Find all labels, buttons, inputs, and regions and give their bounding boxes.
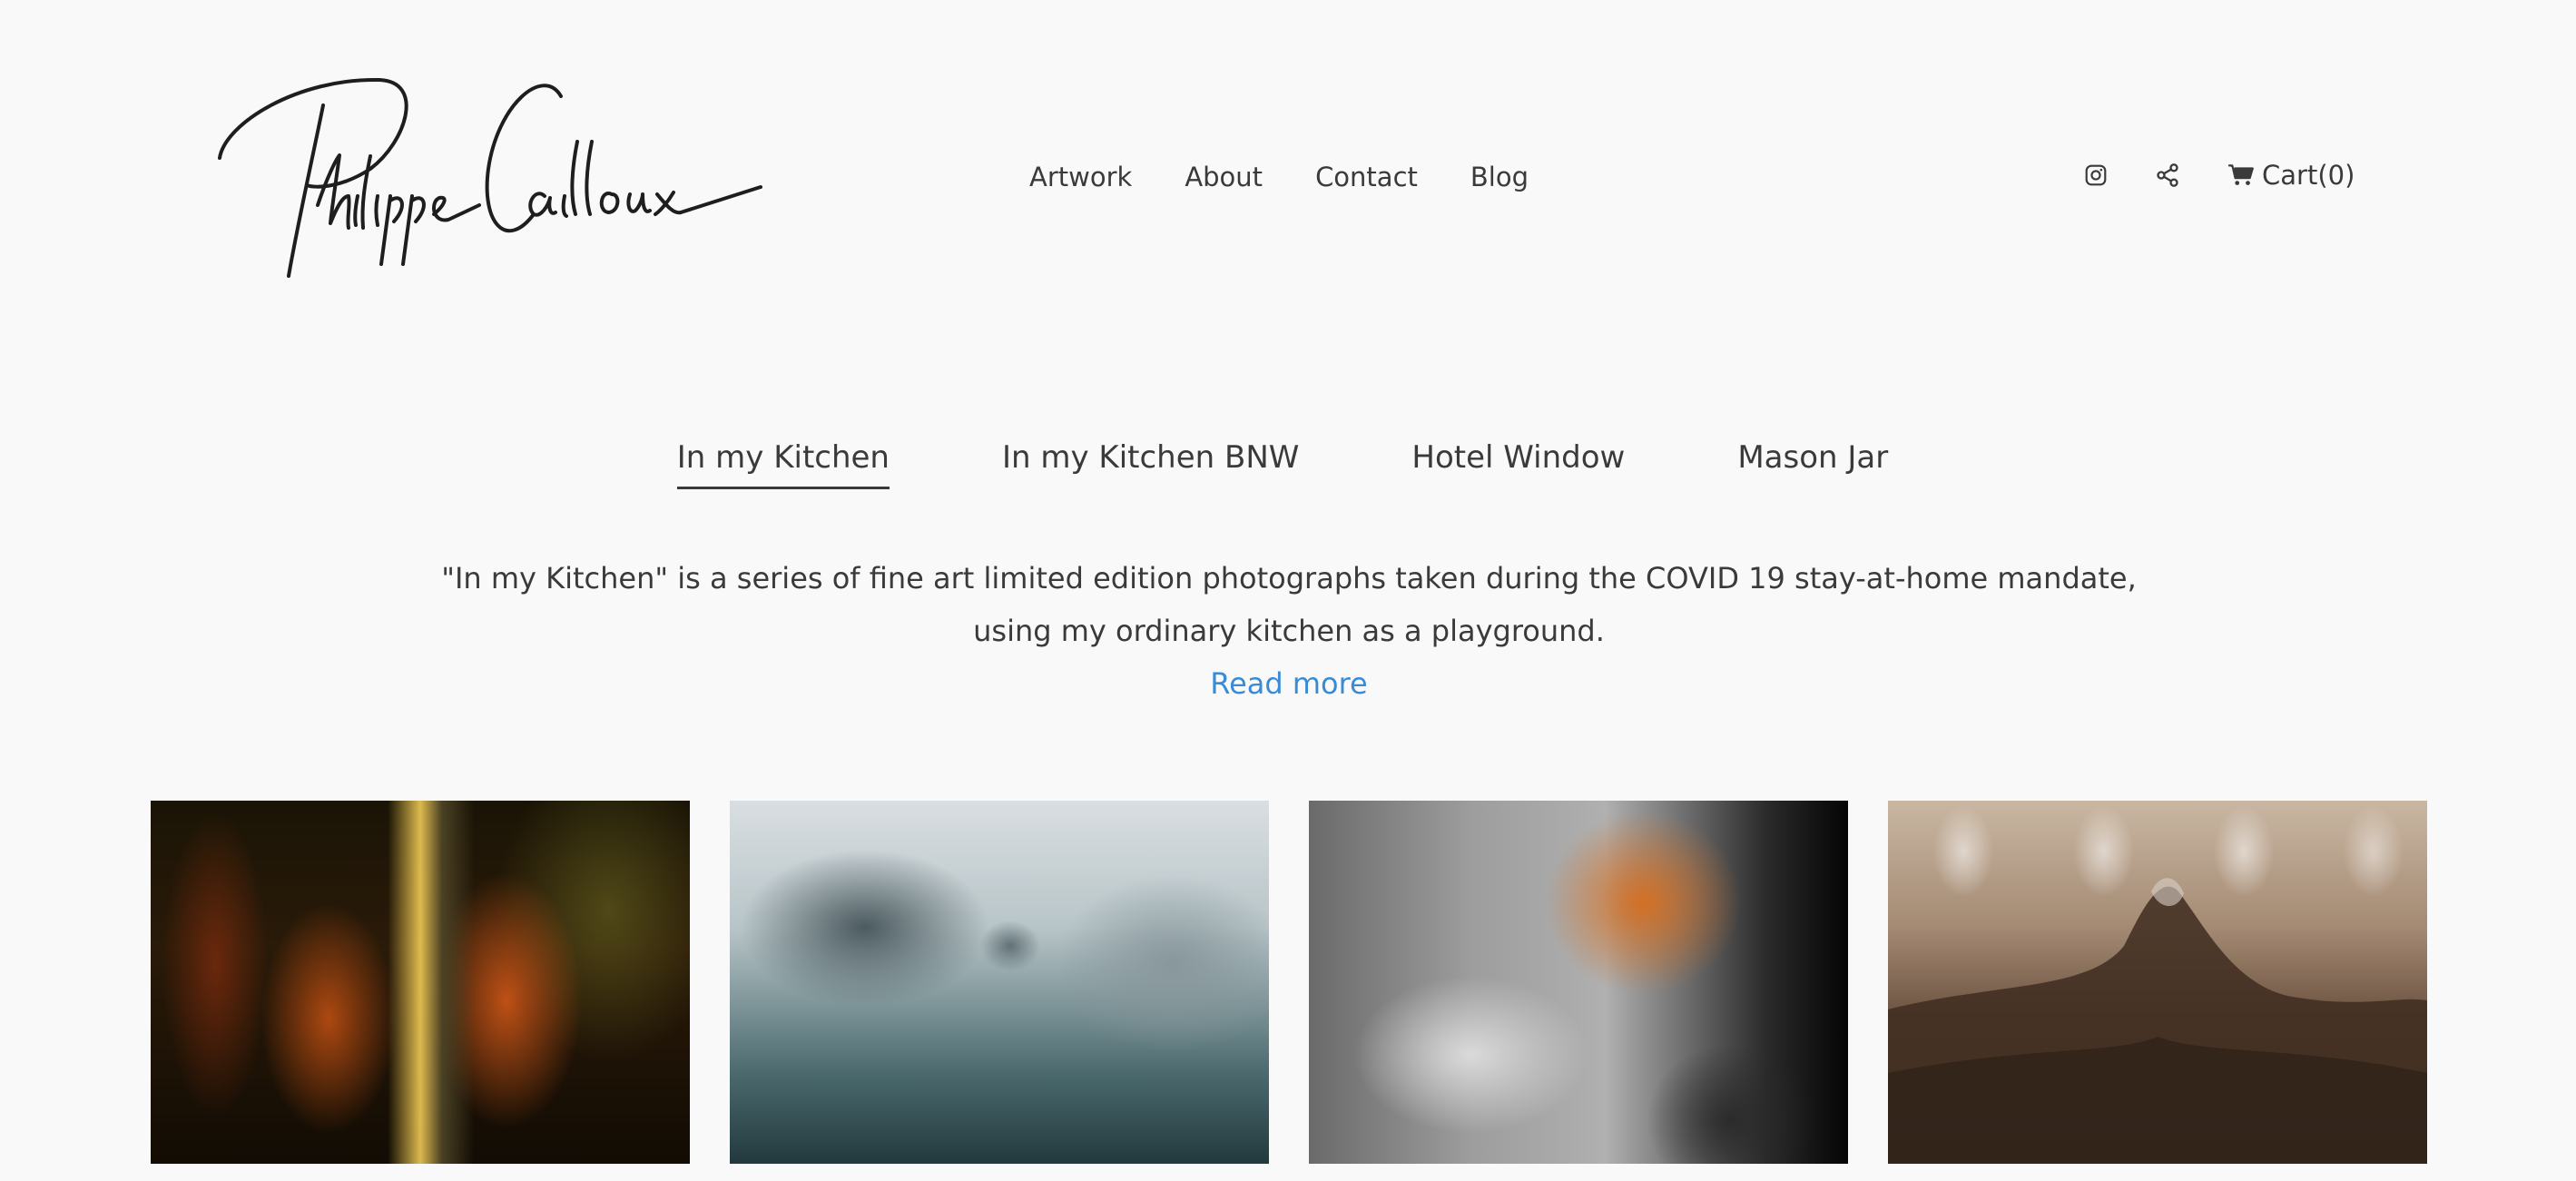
read-more-link[interactable]: Read more <box>399 657 2178 710</box>
tab-mason-jar[interactable]: Mason Jar <box>1737 439 1888 489</box>
gallery-photo[interactable] <box>1309 801 1848 1164</box>
page: Artwork About Contact Blog Cart(0) In my… <box>0 0 2576 1181</box>
main-nav: Artwork About Contact Blog <box>1029 162 1529 192</box>
logo[interactable] <box>216 69 764 287</box>
nav-artwork-link[interactable]: Artwork <box>1029 162 1132 192</box>
instagram-icon <box>2085 164 2107 186</box>
gallery-photo[interactable] <box>1888 801 2427 1164</box>
share-icon <box>2157 163 2178 187</box>
nav-contact-link[interactable]: Contact <box>1315 162 1418 192</box>
signature-logo-image <box>218 77 762 278</box>
nav-blog-link[interactable]: Blog <box>1470 162 1529 192</box>
instagram-button[interactable] <box>2084 163 2108 187</box>
share-button[interactable] <box>2155 162 2180 188</box>
description-text: "In my Kitchen" is a series of fine art … <box>441 561 2137 648</box>
gallery-photo[interactable] <box>730 801 1269 1164</box>
collection-description: "In my Kitchen" is a series of fine art … <box>399 552 2178 710</box>
tab-in-my-kitchen-bnw[interactable]: In my Kitchen BNW <box>1002 439 1299 489</box>
utility-bar: Cart(0) <box>2084 160 2355 191</box>
cart-button[interactable]: Cart(0) <box>2227 160 2355 191</box>
tab-hotel-window[interactable]: Hotel Window <box>1411 439 1625 489</box>
collection-tabs: In my Kitchen In my Kitchen BNW Hotel Wi… <box>0 439 2576 489</box>
tab-in-my-kitchen[interactable]: In my Kitchen <box>676 439 890 489</box>
cart-label: Cart(0) <box>2262 160 2355 191</box>
photo-detail <box>1888 878 2427 1164</box>
gallery-photo[interactable] <box>151 801 690 1164</box>
photo-gallery <box>151 801 2427 1164</box>
nav-about-link[interactable]: About <box>1185 162 1263 192</box>
cart-icon <box>2228 164 2254 185</box>
